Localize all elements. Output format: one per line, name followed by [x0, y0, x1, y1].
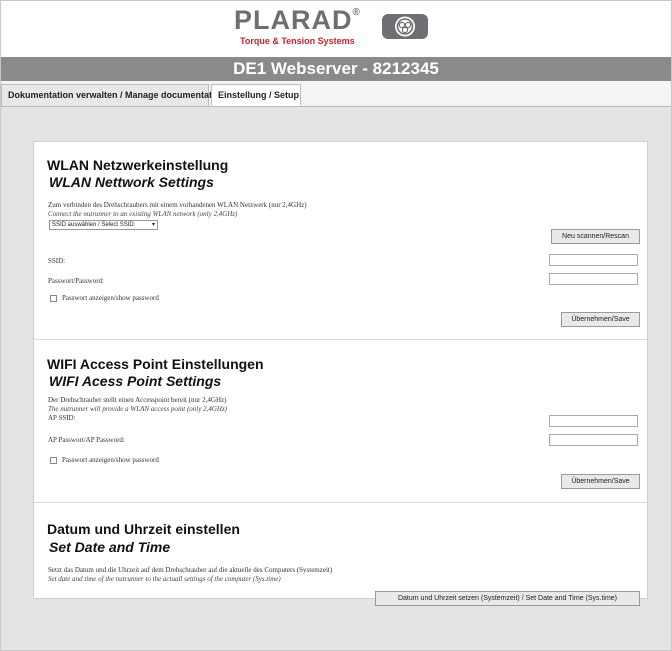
page-title: DE1 Webserver - 8212345	[1, 57, 671, 81]
logo-wordmark: PLARAD	[234, 5, 353, 35]
ap-password-input[interactable]	[549, 434, 638, 446]
ssid-select[interactable]: SSID auswählen / Select SSID: ▾	[49, 220, 158, 230]
ap-ssid-input[interactable]	[549, 415, 638, 427]
webserver-frame: PLARAD® Torque & Tension Systems DE1 Web…	[0, 0, 672, 651]
wlan-title-de: WLAN Netzwerkeinstellung	[47, 157, 229, 173]
header: PLARAD® Torque & Tension Systems	[1, 1, 671, 57]
datetime-title-de: Datum und Uhrzeit einstellen	[47, 521, 240, 537]
logo-registered-mark: ®	[352, 7, 361, 18]
password-label: Passwort/Password:	[48, 277, 105, 285]
show-password-label: Passwort anzeigen/show password	[62, 294, 159, 302]
ap-description-en: The nutrunner will provide a WLAN access…	[48, 405, 228, 413]
wlan-description-en: Connect the nutrunner to an existing WLA…	[48, 210, 238, 218]
tab-setup[interactable]: Einstellung / Setup	[211, 84, 301, 106]
ssid-select-value: SSID auswählen / Select SSID:	[52, 222, 136, 228]
ap-show-password-label: Passwort anzeigen/show password	[62, 456, 159, 464]
ap-password-label: AP Passwort/AP Password:	[48, 436, 125, 444]
chevron-down-icon: ▾	[151, 222, 155, 228]
ap-ssid-label: AP SSID:	[48, 414, 76, 422]
ssid-label: SSID:	[48, 257, 66, 265]
tab-manage-documentation[interactable]: Dokumentation verwalten / Manage documen…	[1, 84, 226, 106]
show-password-checkbox[interactable]	[50, 295, 57, 302]
ssid-input[interactable]	[549, 254, 638, 266]
plarad-logo: PLARAD® Torque & Tension Systems	[234, 5, 444, 49]
datetime-description-en: Set date and time of the nutrunner to th…	[48, 575, 281, 583]
ap-show-password-checkbox[interactable]	[50, 457, 57, 464]
datetime-section: Datum und Uhrzeit einstellen Set Date an…	[34, 503, 647, 606]
access-point-section: WIFI Access Point Einstellungen WIFI Ace…	[34, 340, 647, 500]
set-date-time-button[interactable]: Datum und Uhrzeit setzen (Systemzeit) / …	[375, 591, 640, 606]
wlan-title-en: WLAN Nettwork Settings	[49, 174, 214, 190]
ap-title-en: WIFI Acess Point Settings	[49, 373, 222, 389]
ap-description-de: Der Drehschrauber stellt einen Accesspoi…	[48, 396, 227, 404]
rescan-button[interactable]: Neu scannen/Rescan	[551, 229, 640, 244]
ap-title-de: WIFI Access Point Einstellungen	[47, 356, 264, 372]
ap-save-button[interactable]: Übernehmen/Save	[561, 474, 640, 489]
datetime-description-de: Setzt das Datum und die Uhrzeit auf dem …	[48, 566, 333, 574]
setup-panel: WLAN Netzwerkeinstellung WLAN Nettwork S…	[33, 141, 648, 606]
wlan-save-button[interactable]: Übernehmen/Save	[561, 312, 640, 327]
datetime-title-en: Set Date and Time	[49, 539, 171, 555]
wlan-description-de: Zum verbinden des Drehschraubers mit ein…	[48, 201, 307, 209]
password-input[interactable]	[549, 273, 638, 285]
logo-badge-icon	[382, 14, 428, 39]
wlan-section: WLAN Netzwerkeinstellung WLAN Nettwork S…	[34, 142, 647, 338]
logo-tagline: Torque & Tension Systems	[240, 36, 355, 46]
tab-bar: Dokumentation verwalten / Manage documen…	[1, 81, 671, 107]
